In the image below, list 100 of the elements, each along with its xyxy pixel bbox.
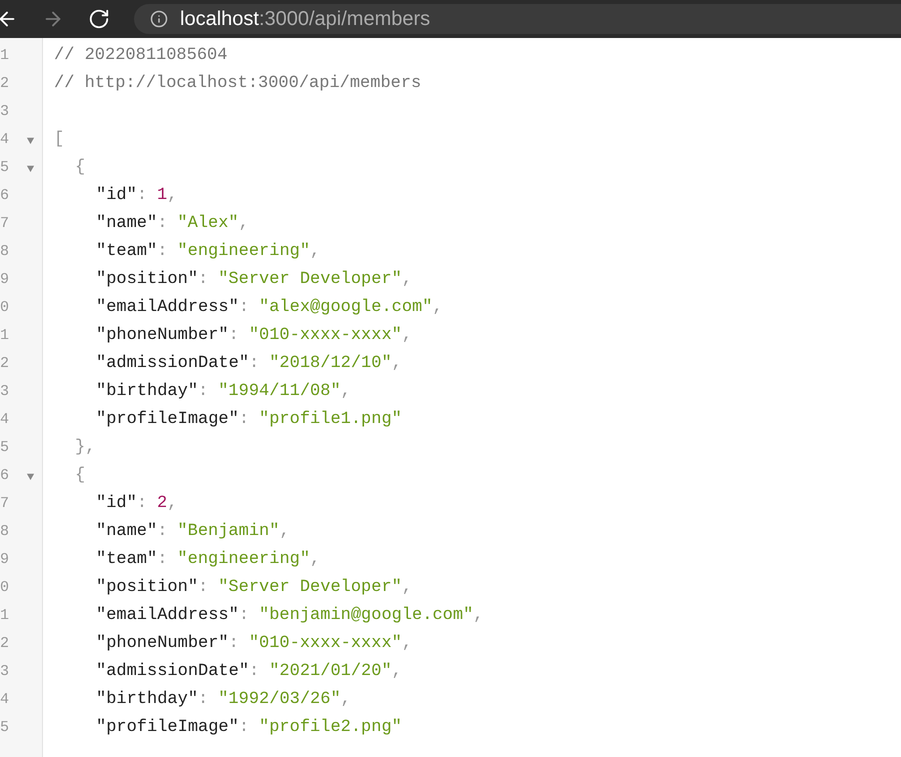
brace: { <box>75 465 86 488</box>
colon: : <box>198 381 208 404</box>
bracket: [ <box>54 129 64 152</box>
property-key: "position" <box>96 575 198 601</box>
colon: : <box>249 353 260 376</box>
fold-arrow-icon[interactable] <box>26 472 35 480</box>
fold-arrow-icon[interactable] <box>26 136 35 144</box>
reload-icon[interactable] <box>88 8 110 30</box>
property-value: "benjamin@google.com" <box>259 605 474 628</box>
line-number: 8 <box>0 522 10 542</box>
property-key: "id" <box>96 491 137 517</box>
comma: , <box>392 661 402 684</box>
colon: : <box>136 493 148 516</box>
property-key: "team" <box>96 239 158 265</box>
colon: : <box>249 661 260 684</box>
line-number: 3 <box>0 662 10 682</box>
colon: : <box>238 717 250 740</box>
line-number: 7 <box>0 214 10 234</box>
property-key: "name" <box>96 519 158 545</box>
property-value: "010-xxxx-xxxx" <box>248 633 402 656</box>
property-key: "position" <box>96 267 198 293</box>
property-value: "profile2.png" <box>259 717 402 740</box>
comma: , <box>310 241 320 264</box>
line-number: 6 <box>0 186 10 206</box>
colon: : <box>238 409 250 432</box>
property-value: "1994/11/08" <box>218 381 341 404</box>
comma: , <box>238 213 249 236</box>
line-number: 2 <box>0 634 10 654</box>
url-path: :3000/api/members <box>258 7 430 32</box>
line-number: 1 <box>0 326 10 346</box>
comma: , <box>402 325 412 348</box>
property-value: "profile1.png" <box>259 409 402 432</box>
fold-arrow-icon[interactable] <box>26 164 35 172</box>
property-value: "Server Developer" <box>218 577 402 600</box>
colon: : <box>157 521 168 544</box>
property-key: "id" <box>96 183 137 209</box>
property-key: "birthday" <box>96 379 198 405</box>
comma: , <box>279 521 290 544</box>
line-number: 5 <box>0 718 10 738</box>
line-number: 1 <box>0 606 10 626</box>
url-host: localhost <box>180 7 259 32</box>
property-value: 1 <box>157 185 168 208</box>
comma: , <box>432 297 443 320</box>
line-number: 9 <box>0 550 10 570</box>
line-number: 6 <box>0 466 10 486</box>
line-number: 4 <box>0 690 10 710</box>
comma: , <box>392 353 402 376</box>
line-number: 3 <box>0 102 10 122</box>
comment-text: // http://localhost:3000/api/members <box>54 73 422 96</box>
comma: , <box>340 381 351 404</box>
comma: , <box>402 633 412 656</box>
line-number: 5 <box>0 438 10 458</box>
colon: : <box>157 549 168 572</box>
colon: : <box>198 577 208 600</box>
property-value: "010-xxxx-xxxx" <box>248 325 402 348</box>
colon: : <box>228 325 239 348</box>
property-key: "team" <box>96 547 158 573</box>
comma: , <box>167 493 178 516</box>
line-number: 0 <box>0 298 10 318</box>
comma: , <box>402 577 412 600</box>
line-number: 0 <box>0 578 10 598</box>
comma: , <box>340 689 351 712</box>
line-number: 9 <box>0 270 10 290</box>
property-value: "Benjamin" <box>177 521 280 544</box>
line-number: 2 <box>0 354 10 374</box>
colon: : <box>228 633 239 656</box>
line-number: 1 <box>0 46 10 66</box>
property-value: "engineering" <box>177 549 310 572</box>
line-number: 4 <box>0 130 10 150</box>
property-value: "Server Developer" <box>218 269 402 292</box>
line-number: 8 <box>0 242 10 262</box>
brace: { <box>75 157 86 180</box>
colon: : <box>198 269 208 292</box>
property-key: "phoneNumber" <box>96 323 229 349</box>
property-key: "profileImage" <box>96 407 239 433</box>
address-bar[interactable]: localhost:3000/api/members <box>134 4 901 34</box>
comma: , <box>473 605 484 628</box>
line-number: 7 <box>0 494 10 514</box>
comma: , <box>310 549 320 572</box>
property-key: "name" <box>96 211 158 237</box>
property-key: "admissionDate" <box>96 351 250 377</box>
line-number: 5 <box>0 158 10 178</box>
property-value: "2018/12/10" <box>269 353 392 376</box>
property-key: "emailAddress" <box>96 295 239 321</box>
property-key: "birthday" <box>96 687 198 713</box>
colon: : <box>157 241 168 264</box>
property-key: "admissionDate" <box>96 659 250 685</box>
colon: : <box>238 605 250 628</box>
property-key: "phoneNumber" <box>96 631 229 657</box>
comma: , <box>167 185 178 208</box>
property-value: "1992/03/26" <box>218 689 341 712</box>
colon: : <box>198 689 208 712</box>
property-value: 2 <box>157 493 168 516</box>
colon: : <box>157 213 168 236</box>
property-value: "2021/01/20" <box>269 661 392 684</box>
line-number: 2 <box>0 74 10 94</box>
comma: , <box>402 269 412 292</box>
property-key: "profileImage" <box>96 715 239 741</box>
info-icon[interactable] <box>150 10 168 28</box>
line-number: 3 <box>0 382 10 402</box>
